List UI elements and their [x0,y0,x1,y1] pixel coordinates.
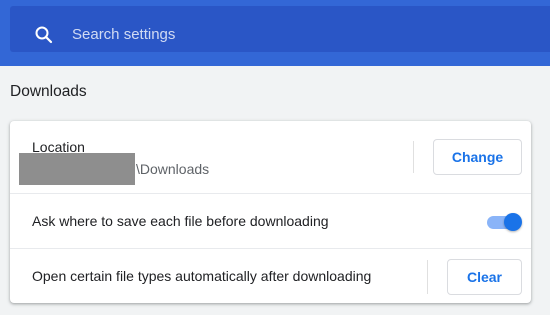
row-divider [413,141,414,173]
search-placeholder: Search settings [72,26,176,43]
ask-where-toggle[interactable] [487,213,523,231]
open-file-types-label: Open certain file types automatically af… [32,268,372,284]
search-icon[interactable] [34,25,54,45]
section-title: Downloads [10,83,87,100]
ask-where-label: Ask where to save each file before downl… [32,213,329,229]
change-button[interactable]: Change [433,139,522,175]
toggle-knob [504,213,522,231]
location-path: \Downloads [136,161,210,177]
location-row: Location \Downloads Change [10,121,531,193]
open-file-types-row: Open certain file types automatically af… [10,248,531,304]
ask-where-row[interactable]: Ask where to save each file before downl… [10,193,531,249]
search-input[interactable]: Search settings [10,6,550,52]
row-divider [427,260,428,294]
clear-button[interactable]: Clear [447,259,522,295]
settings-header: Search settings [0,0,550,66]
downloads-card: Location \Downloads Change Ask where to … [10,121,531,303]
redacted-path [19,153,135,185]
